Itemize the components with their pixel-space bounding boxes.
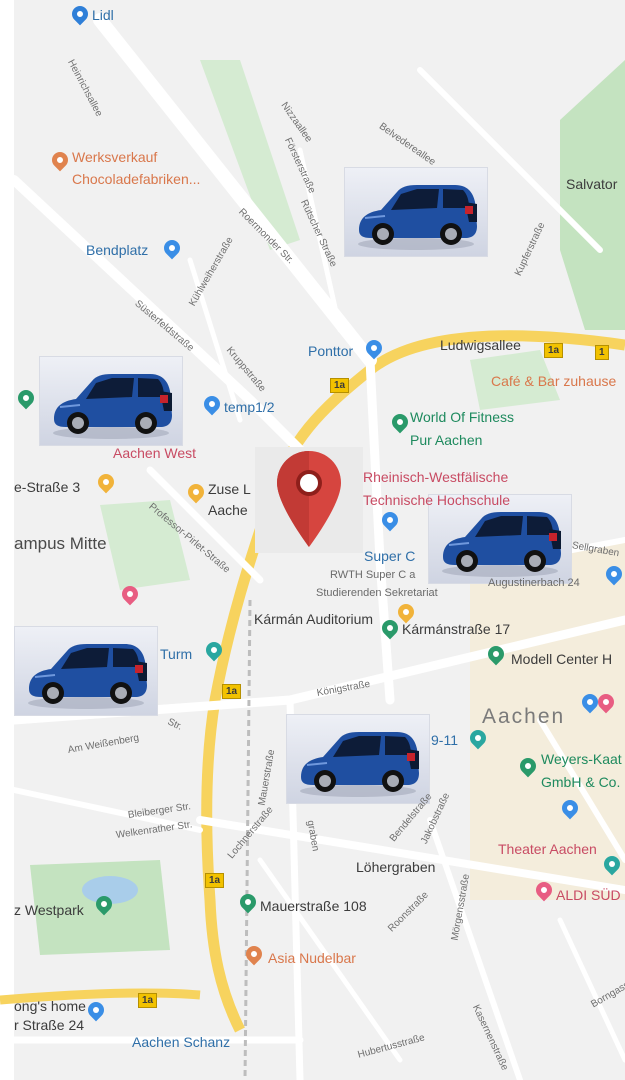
place-label-temp[interactable]: temp1/2 bbox=[224, 400, 275, 414]
place-label-mauerstr108[interactable]: Mauerstraße 108 bbox=[260, 899, 367, 913]
place-label-songs1[interactable]: ong's home bbox=[14, 999, 86, 1013]
place-label-westpark[interactable]: z Westpark bbox=[14, 903, 84, 917]
place-label-lohergraben[interactable]: Löhergraben bbox=[356, 860, 435, 874]
place-label-salvator[interactable]: Salvator bbox=[566, 177, 617, 191]
place-label-aachen[interactable]: Aachen bbox=[482, 706, 565, 727]
car-icon bbox=[300, 732, 419, 797]
place-label-campus[interactable]: ampus Mitte bbox=[14, 535, 107, 552]
place-label-modell[interactable]: Modell Center H bbox=[511, 652, 612, 666]
car-icon bbox=[358, 185, 477, 250]
car-marker[interactable] bbox=[286, 714, 430, 804]
place-label-schanz[interactable]: Aachen Schanz bbox=[132, 1035, 230, 1049]
route-shield: 1a bbox=[138, 993, 158, 1008]
place-label-karman[interactable]: Kármán Auditorium bbox=[254, 612, 373, 626]
place-label-chocolade[interactable]: Chocoladefabriken... bbox=[72, 172, 200, 186]
route-shield: 1a bbox=[205, 873, 225, 888]
car-marker[interactable] bbox=[14, 626, 158, 716]
place-label-worldfitness2[interactable]: Pur Aachen bbox=[410, 433, 482, 447]
place-label-weyers2[interactable]: GmbH & Co. bbox=[541, 775, 620, 789]
car-icon bbox=[53, 374, 172, 439]
place-label-nine11[interactable]: 9-11 bbox=[431, 733, 458, 747]
place-label-ponttor[interactable]: Ponttor bbox=[308, 344, 353, 358]
place-label-zuse1[interactable]: Zuse L bbox=[208, 482, 251, 496]
place-label-rwth2[interactable]: Technische Hochschule bbox=[363, 493, 510, 507]
place-label-werksverkauf[interactable]: Werksverkauf bbox=[72, 150, 157, 164]
car-icon bbox=[442, 512, 561, 577]
car-icon bbox=[28, 644, 147, 709]
route-shield: 1a bbox=[544, 343, 564, 358]
car-marker[interactable] bbox=[344, 167, 488, 257]
place-label-rwthsuperc[interactable]: RWTH Super C a bbox=[330, 570, 415, 581]
place-label-turm[interactable]: Turm bbox=[160, 647, 192, 661]
place-label-zuse2[interactable]: Aache bbox=[208, 503, 248, 517]
place-label-cafe[interactable]: Café & Bar zuhause bbox=[491, 374, 616, 388]
place-label-augustiner[interactable]: Augustinerbach 24 bbox=[488, 578, 580, 589]
location-pin-icon[interactable] bbox=[255, 447, 363, 553]
place-label-ludwigsallee[interactable]: Ludwigsallee bbox=[440, 338, 521, 352]
selected-location-card[interactable] bbox=[255, 447, 363, 553]
place-label-aldi[interactable]: ALDI SÜD bbox=[556, 888, 621, 902]
car-marker[interactable] bbox=[39, 356, 183, 446]
place-label-lidl[interactable]: Lidl bbox=[92, 8, 114, 22]
route-shield: 1a bbox=[222, 684, 242, 699]
place-label-bendplatz[interactable]: Bendplatz bbox=[86, 243, 148, 257]
place-label-weyers1[interactable]: Weyers-Kaat bbox=[541, 752, 622, 766]
place-label-songs2[interactable]: r Straße 24 bbox=[14, 1018, 84, 1032]
place-label-karmanstr[interactable]: Kármánstraße 17 bbox=[402, 622, 510, 636]
place-label-worldfitness1[interactable]: World Of Fitness bbox=[410, 410, 514, 424]
place-label-superc[interactable]: Super C bbox=[364, 549, 415, 563]
place-label-rwth1[interactable]: Rheinisch-Westfälische bbox=[363, 470, 508, 484]
route-shield: 1 bbox=[595, 345, 609, 360]
place-label-aachenwest[interactable]: Aachen West bbox=[113, 446, 196, 460]
place-label-asianudel[interactable]: Asia Nudelbar bbox=[268, 951, 356, 965]
route-shield: 1a bbox=[330, 378, 350, 393]
place-label-sekretariat[interactable]: Studierenden Sekretariat bbox=[316, 588, 438, 599]
place-label-strasse3[interactable]: e-Straße 3 bbox=[14, 480, 80, 494]
place-label-theater[interactable]: Theater Aachen bbox=[498, 842, 597, 856]
